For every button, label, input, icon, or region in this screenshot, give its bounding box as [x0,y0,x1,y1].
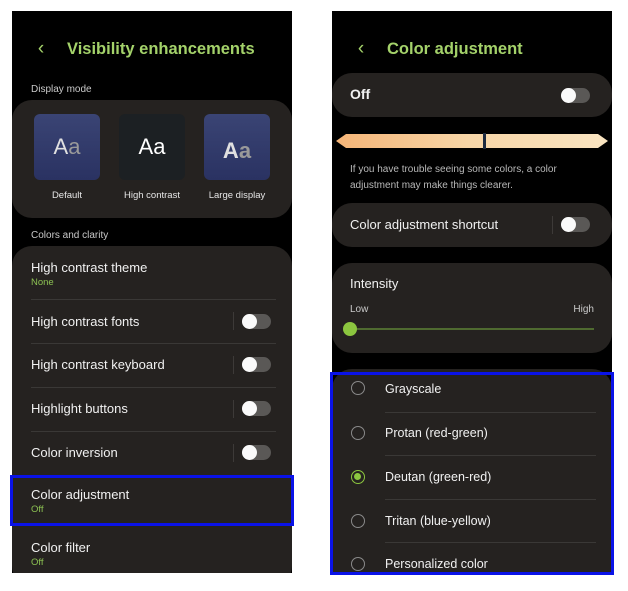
master-toggle-switch[interactable] [561,88,590,103]
section-label-display-mode: Display mode [31,84,92,95]
back-button[interactable]: ‹ [29,38,53,60]
item-label: High contrast fonts [31,314,140,329]
toggle-switch[interactable] [242,445,271,460]
description-text: If you have trouble seeing some colors, … [350,164,557,191]
shortcut-toggle-switch[interactable] [561,217,590,232]
shortcut-label: Color adjustment shortcut [350,217,499,232]
item-label: Highlight buttons [31,401,128,416]
display-mode-card: Aa Default Aa High contrast Aa Large dis… [12,100,292,218]
item-label: Color inversion [31,445,118,460]
list-item-color-inversion[interactable]: Color inversion [12,432,292,475]
font-preview-glyph: Aa [53,134,81,159]
back-button[interactable]: ‹ [349,38,373,60]
separator [233,400,234,418]
intensity-low-label: Low [350,304,369,315]
intensity-card: Intensity Low High [332,263,612,353]
section-label-colors-clarity: Colors and clarity [31,230,109,241]
item-label: High contrast theme [31,260,148,275]
display-mode-high-contrast-label: High contrast [124,190,180,201]
display-mode-default[interactable]: Aa [34,114,100,180]
list-item-color-filter[interactable]: Color filter Off [12,529,292,573]
shortcut-row[interactable]: Color adjustment shortcut [332,203,612,247]
display-mode-large-display-label: Large display [208,190,266,201]
item-label: Color filter [31,540,91,555]
separator [233,312,234,330]
intensity-high-label: High [573,304,594,315]
toggle-switch[interactable] [242,357,271,372]
toggle-switch[interactable] [242,401,271,416]
chevron-left-icon: ‹ [37,38,45,59]
separator [552,216,553,234]
highlight-box-color-modes [330,372,614,575]
toggle-switch[interactable] [242,314,271,329]
display-mode-large-display[interactable]: Aa [204,114,270,180]
list-item-highlight-buttons[interactable]: Highlight buttons [12,388,292,431]
display-mode-high-contrast[interactable]: Aa [119,114,185,180]
header: ‹ Visibility enhancements [12,37,255,61]
item-value: None [31,277,54,288]
page-title: Color adjustment [387,39,523,58]
intensity-slider-track[interactable] [350,328,594,330]
list-item-high-contrast-keyboard[interactable]: High contrast keyboard [12,344,292,387]
master-switch-row[interactable]: Off [332,73,612,117]
color-preview-stripe [336,133,608,149]
master-switch-label: Off [350,86,371,102]
list-item-high-contrast-theme[interactable]: High contrast theme None [12,246,292,296]
item-label: High contrast keyboard [31,357,165,372]
list-item-high-contrast-fonts[interactable]: High contrast fonts [12,300,292,343]
item-value: Off [31,557,44,568]
chevron-left-icon: ‹ [357,38,365,59]
highlight-box-color-adjustment [10,475,294,526]
page-title: Visibility enhancements [67,39,255,58]
separator [233,444,234,462]
intensity-slider-thumb[interactable] [343,322,357,336]
display-mode-default-label: Default [51,190,83,201]
font-preview-glyph: Aa [138,134,166,159]
intensity-label: Intensity [350,276,399,291]
header: ‹ Color adjustment [332,37,523,61]
separator [233,356,234,374]
font-preview-glyph: Aa [222,137,252,163]
